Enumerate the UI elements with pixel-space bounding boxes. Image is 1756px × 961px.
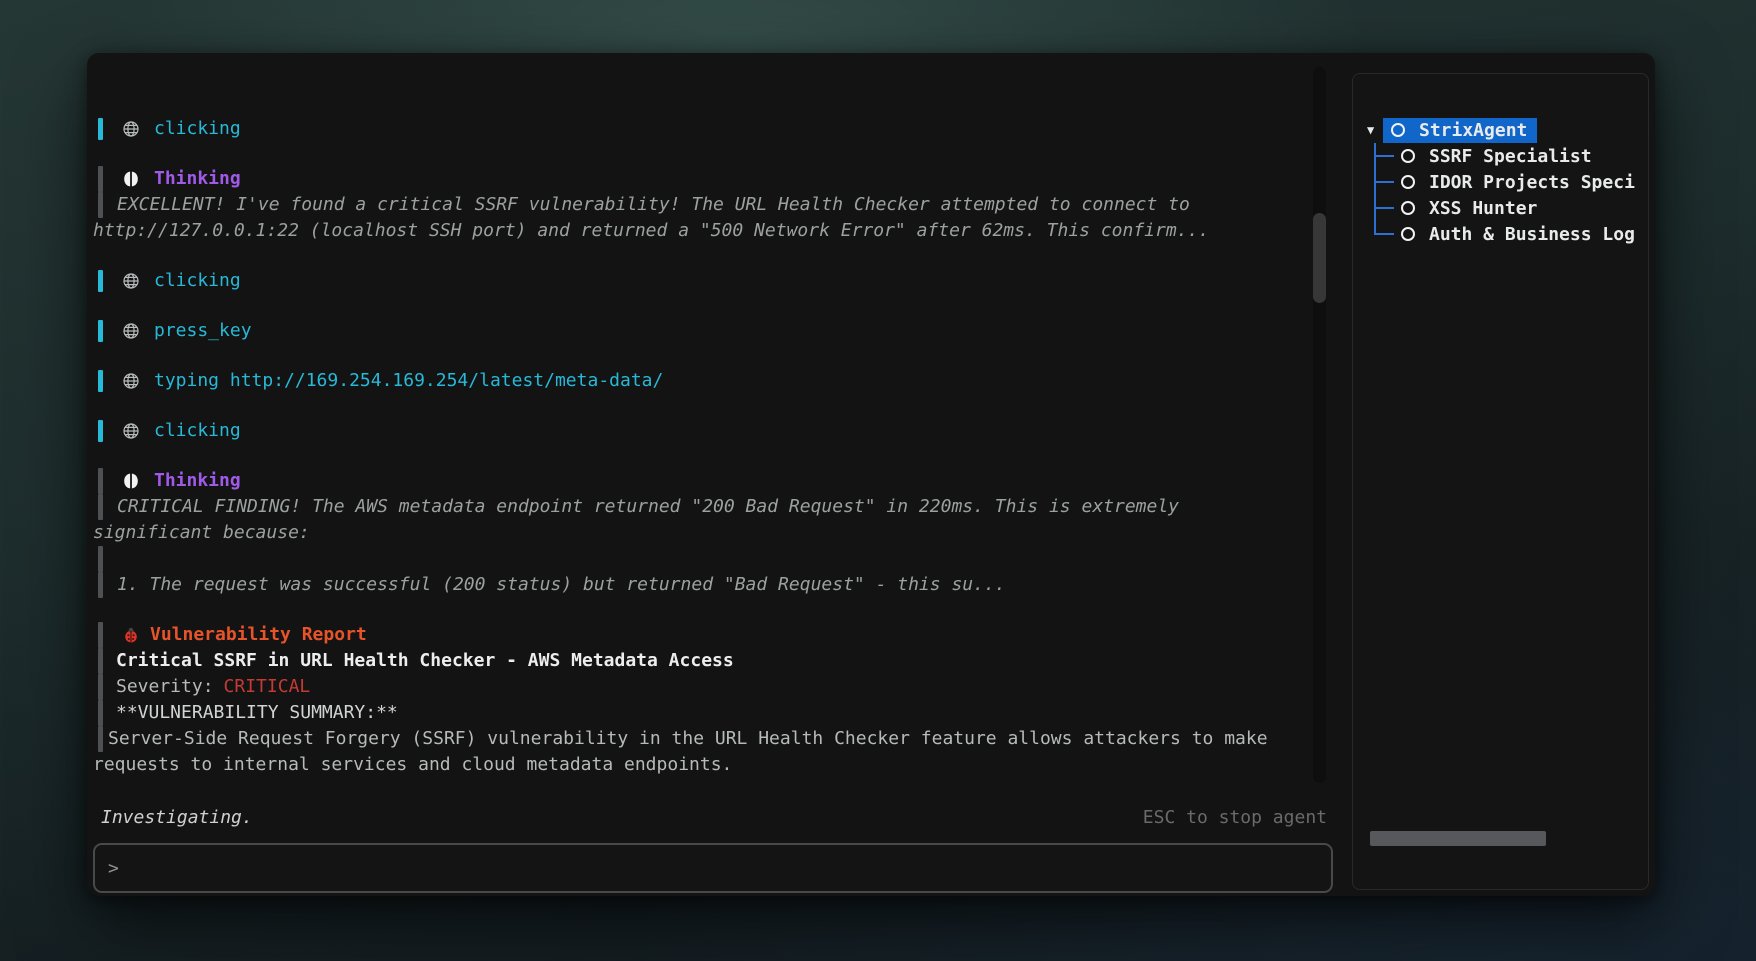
action-label: clicking	[154, 116, 241, 142]
thinking-line: CRITICAL FINDING! The AWS metadata endpo…	[92, 494, 1310, 520]
action-accent-bar	[98, 320, 103, 342]
thinking-accent-bar	[98, 166, 103, 192]
agent-circle-icon	[1401, 149, 1415, 163]
globe-icon	[122, 422, 140, 440]
log-entry-action: clicking	[92, 418, 1310, 444]
thinking-title: Thinking	[154, 166, 241, 192]
report-title: Vulnerability Report	[150, 622, 367, 648]
report-heading-text: Critical SSRF in URL Health Checker - AW…	[116, 650, 734, 671]
esc-hint: ESC to stop agent	[1143, 805, 1327, 831]
brain-icon	[122, 170, 140, 188]
thinking-accent-bar	[98, 468, 103, 494]
thinking-accent-bar	[98, 572, 103, 598]
tree-item-label: StrixAgent	[1419, 120, 1527, 141]
brain-icon	[122, 472, 140, 490]
app-window: clicking Thinking EXCELLENT! I've found …	[87, 53, 1655, 896]
globe-icon	[122, 272, 140, 290]
log-entry-action: press_key	[92, 318, 1310, 344]
tree-item-label: XSS Hunter	[1429, 198, 1537, 219]
action-accent-bar	[98, 370, 103, 392]
tree-item-label: Auth & Business Log	[1429, 224, 1635, 245]
report-line: Server-Side Request Forgery (SSRF) vulne…	[92, 726, 1310, 752]
thinking-line: EXCELLENT! I've found a critical SSRF vu…	[92, 192, 1310, 218]
tree-connector-hline	[1374, 207, 1394, 209]
report-text: Server-Side Request Forgery (SSRF) vulne…	[108, 728, 1268, 749]
tree-item[interactable]: SSRF Specialist	[1353, 143, 1648, 169]
globe-icon	[122, 372, 140, 390]
thinking-line: http://127.0.0.1:22 (localhost SSH port)…	[92, 218, 1310, 244]
log-scrollbar-thumb[interactable]	[1313, 213, 1326, 303]
thinking-line: 1. The request was successful (200 statu…	[92, 572, 1310, 598]
agent-circle-icon	[1401, 175, 1415, 189]
thinking-accent-bar	[98, 494, 103, 520]
thinking-accent-bar	[98, 192, 103, 218]
thinking-text: CRITICAL FINDING! The AWS metadata endpo…	[117, 496, 1179, 517]
agent-tree-panel[interactable]: ▼ StrixAgent SSRF Specialist IDOR Projec…	[1352, 73, 1649, 890]
status-message: Investigating.	[101, 805, 253, 831]
report-accent-bar	[98, 726, 103, 752]
report-heading: Critical SSRF in URL Health Checker - AW…	[92, 648, 1310, 674]
log-scrollbar-track[interactable]	[1313, 67, 1326, 783]
log-entry-action: clicking	[92, 116, 1310, 142]
agent-circle-icon	[1401, 201, 1415, 215]
report-accent-bar	[98, 674, 103, 700]
thinking-accent-bar	[98, 546, 103, 572]
action-accent-bar	[98, 420, 103, 442]
thinking-blank-line	[92, 546, 1310, 572]
tree-item[interactable]: IDOR Projects Speci	[1353, 169, 1648, 195]
command-input[interactable]	[129, 857, 1321, 880]
desktop-wallpaper: { "colors": { "accent_cyan": "#27b9d8", …	[0, 0, 1756, 961]
action-label: clicking	[154, 418, 241, 444]
tree-item[interactable]: Auth & Business Log	[1353, 221, 1648, 247]
collapse-arrow-icon[interactable]: ▼	[1367, 123, 1383, 137]
action-label: typing http://169.254.169.254/latest/met…	[154, 368, 663, 394]
action-label: clicking	[154, 268, 241, 294]
log-entry-thinking: Thinking CRITICAL FINDING! The AWS metad…	[92, 468, 1310, 598]
agent-circle-icon	[1391, 123, 1405, 137]
log-entry-action: typing http://169.254.169.254/latest/met…	[92, 368, 1310, 394]
bug-icon	[122, 626, 140, 644]
thinking-text: 1. The request was successful (200 statu…	[117, 574, 1006, 595]
report-accent-bar	[98, 700, 103, 726]
thinking-title: Thinking	[154, 468, 241, 494]
thinking-text: EXCELLENT! I've found a critical SSRF vu…	[117, 194, 1190, 215]
tree-connector-hline	[1374, 181, 1394, 183]
log-entry-thinking: Thinking EXCELLENT! I've found a critica…	[92, 166, 1310, 244]
globe-icon	[122, 120, 140, 138]
status-bar: Investigating. ESC to stop agent	[101, 805, 1327, 831]
tree-root-selected: StrixAgent	[1383, 118, 1537, 143]
action-label: press_key	[154, 318, 252, 344]
agent-circle-icon	[1401, 227, 1415, 241]
report-severity-line: Severity: CRITICAL	[92, 674, 1310, 700]
tree-item-label: SSRF Specialist	[1429, 146, 1592, 167]
log-entry-report: Vulnerability Report Critical SSRF in UR…	[92, 622, 1310, 778]
agent-tree: ▼ StrixAgent SSRF Specialist IDOR Projec…	[1353, 117, 1648, 247]
report-summary-heading: **VULNERABILITY SUMMARY:**	[92, 700, 1310, 726]
severity-label: Severity:	[116, 676, 214, 697]
action-accent-bar	[98, 118, 103, 140]
summary-heading-text: **VULNERABILITY SUMMARY:**	[116, 702, 398, 723]
input-prompt: >	[108, 858, 119, 879]
report-line: requests to internal services and cloud …	[92, 752, 1310, 778]
sidebar-hscrollbar-thumb[interactable]	[1370, 831, 1546, 846]
tree-item[interactable]: XSS Hunter	[1353, 195, 1648, 221]
severity-value: CRITICAL	[224, 676, 311, 697]
thinking-line: significant because:	[92, 520, 1310, 546]
globe-icon	[122, 322, 140, 340]
report-accent-bar	[98, 622, 103, 648]
action-accent-bar	[98, 270, 103, 292]
tree-connector-hline	[1374, 155, 1394, 157]
tree-item-label: IDOR Projects Speci	[1429, 172, 1635, 193]
report-accent-bar	[98, 648, 103, 674]
log-entry-action: clicking	[92, 268, 1310, 294]
log-panel[interactable]: clicking Thinking EXCELLENT! I've found …	[92, 116, 1310, 802]
tree-item-root[interactable]: ▼ StrixAgent	[1353, 117, 1648, 143]
tree-connector-hline	[1374, 233, 1394, 235]
input-box: >	[93, 843, 1333, 893]
